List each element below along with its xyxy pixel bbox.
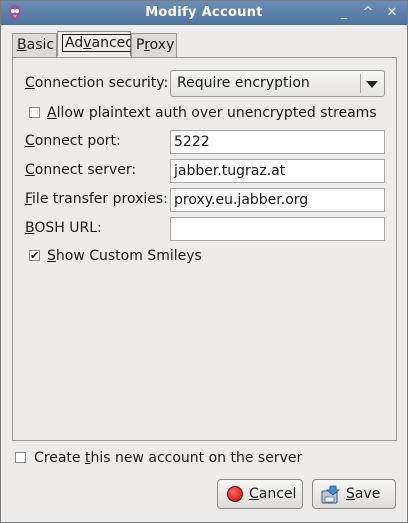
- connect-server-field[interactable]: jabber.tugraz.at: [170, 159, 385, 183]
- cancel-button-label: Cancel: [249, 486, 296, 502]
- tab-proxy-label-post: oxy: [149, 37, 175, 53]
- save-label-text: ave: [354, 486, 381, 502]
- create-account-checkbox[interactable]: [15, 452, 26, 463]
- plaintext-auth-mnemonic: A: [47, 105, 57, 121]
- plaintext-auth-checkbox[interactable]: [29, 107, 40, 118]
- bosh-url-mnemonic: B: [25, 220, 35, 236]
- stop-icon: [227, 486, 243, 502]
- connection-security-label: Connection security:: [25, 75, 168, 91]
- tab-advanced-label: Advanced: [62, 34, 138, 52]
- tab-advanced-label-post: anced: [91, 35, 135, 51]
- file-transfer-proxies-field[interactable]: proxy.eu.jabber.org: [170, 188, 385, 212]
- tab-advanced-mnemonic: v: [83, 35, 92, 51]
- bosh-url-label-text: OSH URL:: [34, 220, 102, 236]
- combo-separator: [360, 74, 361, 93]
- connect-server-mnemonic: C: [25, 162, 35, 178]
- save-button[interactable]: Save: [312, 479, 396, 509]
- connection-security-select[interactable]: Require encryption: [170, 70, 385, 97]
- connection-security-value: Require encryption: [177, 75, 310, 91]
- save-mnemonic: S: [346, 486, 355, 502]
- chevron-down-icon: [366, 81, 378, 88]
- connection-security-label-text: onnection security:: [34, 75, 169, 91]
- connection-security-mnemonic: C: [25, 75, 35, 91]
- modify-account-window: Modify Account _ ^ ✕ Basic Advanced Prox…: [0, 0, 408, 523]
- file-transfer-proxies-mnemonic: F: [25, 191, 33, 207]
- connect-port-field[interactable]: 5222: [170, 130, 385, 154]
- cancel-mnemonic: C: [249, 486, 259, 502]
- create-account-label-post: his new account on the server: [90, 450, 303, 466]
- bosh-url-field[interactable]: [170, 217, 385, 241]
- close-icon[interactable]: ✕: [383, 4, 401, 22]
- show-custom-smileys-checkbox[interactable]: ✔: [29, 250, 40, 261]
- bosh-url-label: BOSH URL:: [25, 220, 102, 236]
- show-custom-smileys-label-text: how Custom Smileys: [55, 248, 202, 264]
- connect-port-label-text: onnect port:: [34, 133, 121, 149]
- cancel-label-text: ancel: [258, 486, 297, 502]
- tab-basic[interactable]: Basic: [12, 33, 57, 57]
- tab-basic-label-post: asic: [26, 37, 55, 53]
- plaintext-auth-label[interactable]: Allow plaintext auth over unencrypted st…: [47, 105, 377, 121]
- file-transfer-proxies-label-text: ile transfer proxies:: [32, 191, 168, 207]
- maximize-icon[interactable]: ^: [359, 4, 377, 22]
- save-icon: [321, 485, 340, 504]
- tab-proxy-label-pre: P: [136, 37, 145, 53]
- minimize-icon[interactable]: _: [335, 4, 353, 22]
- tab-basic-mnemonic: B: [17, 37, 27, 53]
- connect-server-label-text: onnect server:: [34, 162, 137, 178]
- connect-port-mnemonic: C: [25, 133, 35, 149]
- connect-port-label: Connect port:: [25, 133, 121, 149]
- tab-advanced-label-pre: Ad: [65, 35, 84, 51]
- title-bar[interactable]: Modify Account _ ^ ✕: [1, 1, 407, 25]
- create-account-label[interactable]: Create this new account on the server: [34, 450, 302, 466]
- plaintext-auth-label-text: llow plaintext auth over unencrypted str…: [56, 105, 377, 121]
- show-custom-smileys-label[interactable]: Show Custom Smileys: [47, 248, 202, 264]
- create-account-label-pre: Create: [34, 450, 85, 466]
- cancel-button[interactable]: Cancel: [217, 479, 303, 509]
- show-custom-smileys-mnemonic: S: [47, 248, 56, 264]
- file-transfer-proxies-label: File transfer proxies:: [25, 191, 168, 207]
- tab-proxy[interactable]: Proxy: [131, 33, 177, 57]
- tab-advanced[interactable]: Advanced: [57, 31, 138, 56]
- connect-server-label: Connect server:: [25, 162, 136, 178]
- save-button-label: Save: [346, 486, 380, 502]
